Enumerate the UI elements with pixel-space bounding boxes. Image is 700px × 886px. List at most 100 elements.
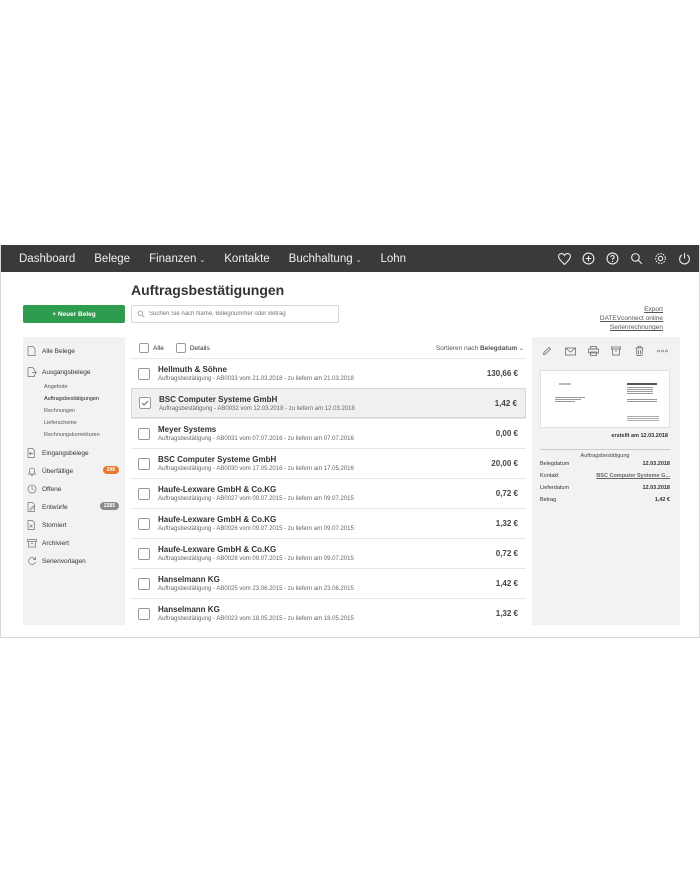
nav-kontakte[interactable]: Kontakte — [224, 253, 269, 265]
datev-link[interactable]: DATEVconnect online — [600, 314, 663, 323]
sidebar-item-entwuerfe[interactable]: Entwürfe 2285 — [27, 498, 121, 516]
bell-icon — [27, 466, 37, 476]
new-document-button[interactable]: + Neuer Beleg — [23, 305, 125, 323]
table-row[interactable]: BSC Computer Systeme GmbH Auftragsbestäti… — [131, 388, 526, 418]
row-checkbox[interactable] — [138, 547, 150, 560]
sidebar-sub-lieferscheine[interactable]: Lieferscheine — [27, 417, 121, 429]
print-icon[interactable] — [587, 345, 599, 357]
row-checkbox[interactable] — [138, 427, 150, 440]
contact-name: Hanselmann KG — [158, 575, 220, 584]
sidebar-item-ausgangsbelege[interactable]: Ausgangsbelege — [27, 363, 121, 381]
nav-buchhaltung[interactable]: Buchhaltung ⌄ — [289, 253, 362, 265]
nav-finanzen[interactable]: Finanzen ⌄ — [149, 253, 205, 265]
nav-label: Finanzen — [149, 252, 197, 265]
document-type-label: Auftragsbestätigung — [540, 449, 670, 459]
field-label: Kontakt — [540, 473, 559, 479]
document-list: Hellmuth & Söhne Auftragsbestätigung - AB… — [131, 358, 526, 628]
header-links: Export DATEVconnect online Serienrechnun… — [600, 305, 663, 332]
heart-icon[interactable] — [557, 252, 571, 266]
power-icon[interactable] — [677, 252, 691, 266]
mail-icon[interactable] — [564, 345, 576, 357]
table-row[interactable]: Hanselmann KG Auftragsbestätigung - AB002… — [131, 598, 526, 628]
sidebar-sub-auftragsbestaetigungen[interactable]: Auftragsbestätigungen — [27, 393, 121, 405]
sidebar-item-label: Offene — [42, 485, 62, 493]
amount: 0,00 € — [495, 429, 518, 438]
detail-field-belegdatum: Belegdatum 12.03.2018 — [540, 461, 670, 467]
table-row[interactable]: Meyer Systems Auftragsbestätigung - AB003… — [131, 418, 526, 448]
row-text: Hellmuth & Söhne Auftragsbestätigung - AB… — [158, 365, 487, 382]
amount: 1,32 € — [495, 519, 518, 528]
row-checkbox[interactable] — [138, 457, 150, 470]
export-link[interactable]: Export — [600, 305, 663, 314]
incoming-document-icon — [27, 448, 37, 458]
trash-icon[interactable] — [633, 345, 645, 357]
sort-prefix: Sortieren nach — [435, 344, 479, 352]
more-icon[interactable] — [656, 345, 668, 357]
sidebar-sub-rechnungen[interactable]: Rechnungen — [27, 405, 121, 417]
field-label: Belegdatum — [540, 461, 570, 467]
nav-icon-group — [547, 252, 699, 266]
row-checkbox[interactable] — [138, 487, 150, 500]
sidebar-sub-rechnungskorrekturen[interactable]: Rechnungskorrekturen — [27, 429, 121, 441]
sidebar-sub-angebote[interactable]: Angebote — [27, 381, 121, 393]
sidebar: Alle Belege Ausgangsbelege Angebote Auft… — [23, 337, 125, 625]
field-value: 12.03.2018 — [642, 461, 670, 467]
contact-name: BSC Computer Systeme GmbH — [158, 455, 277, 464]
table-row[interactable]: Haufe-Lexware GmbH & Co.KG Auftragsbestät… — [131, 478, 526, 508]
amount: 0,72 € — [495, 489, 518, 498]
help-icon[interactable] — [605, 252, 619, 266]
row-text: Meyer Systems Auftragsbestätigung - AB003… — [158, 425, 496, 442]
amount: 1,42 € — [494, 398, 517, 408]
row-text: Haufe-Lexware GmbH & Co.KG Auftragsbestät… — [158, 485, 496, 502]
row-checkbox[interactable] — [138, 577, 150, 590]
sidebar-item-archiviert[interactable]: Archiviert — [27, 534, 121, 552]
table-row[interactable]: Haufe-Lexware GmbH & Co.KG Auftragsbestät… — [131, 508, 526, 538]
nav-lohn[interactable]: Lohn — [381, 253, 407, 265]
table-row[interactable]: BSC Computer Systeme GmbH Auftragsbestäti… — [131, 448, 526, 478]
document-icon — [27, 346, 37, 356]
row-checkbox[interactable] — [139, 397, 151, 409]
search-icon[interactable] — [629, 252, 643, 266]
row-checkbox[interactable] — [138, 607, 150, 620]
sort-control[interactable]: Sortieren nach Belegdatum ⌄ — [436, 345, 524, 352]
document-preview-thumbnail[interactable] — [540, 370, 670, 428]
draft-count-badge: 2285 — [99, 502, 119, 510]
contact-name: Meyer Systems — [158, 425, 217, 434]
page-title: Auftragsbestätigungen — [131, 282, 285, 298]
search-box[interactable] — [131, 305, 339, 323]
sidebar-item-ueberfaellige[interactable]: Überfällige 298 — [27, 462, 121, 480]
search-input[interactable] — [149, 311, 338, 317]
nav-dashboard[interactable]: Dashboard — [19, 253, 75, 265]
serienrechnungen-link[interactable]: Serienrechnungen — [600, 323, 663, 332]
sidebar-item-serienvorlagen[interactable]: Serienvorlagen — [27, 552, 121, 570]
row-text: BSC Computer Systeme GmbH Auftragsbestäti… — [159, 395, 495, 412]
detail-toolbar — [532, 337, 680, 357]
table-row[interactable]: Hanselmann KG Auftragsbestätigung - AB002… — [131, 568, 526, 598]
contact-name: BSC Computer Systeme GmbH — [159, 394, 278, 404]
row-text: Hanselmann KG Auftragsbestätigung - AB002… — [158, 605, 496, 622]
row-checkbox[interactable] — [138, 517, 150, 530]
nav-belege[interactable]: Belege — [94, 253, 130, 265]
row-checkbox[interactable] — [138, 367, 150, 380]
sidebar-item-eingangsbelege[interactable]: Eingangsbelege — [27, 444, 121, 462]
gear-icon[interactable] — [653, 252, 667, 266]
plus-circle-icon[interactable] — [581, 252, 595, 266]
table-row[interactable]: Hellmuth & Söhne Auftragsbestätigung - AB… — [131, 358, 526, 388]
archive-icon[interactable] — [610, 345, 622, 357]
select-all-label: Alle — [153, 344, 164, 352]
table-row[interactable]: Haufe-Lexware GmbH & Co.KG Auftragsbestät… — [131, 538, 526, 568]
amount: 20,00 € — [491, 459, 518, 468]
contact-link[interactable]: BSC Computer Systeme G... — [596, 473, 670, 479]
details-checkbox[interactable] — [175, 343, 186, 353]
row-text: Haufe-Lexware GmbH & Co.KG Auftragsbestät… — [158, 515, 496, 532]
detail-field-kontakt: Kontakt BSC Computer Systeme G... — [540, 473, 670, 479]
edit-icon[interactable] — [541, 345, 553, 357]
field-label: Betrag — [540, 497, 557, 503]
sidebar-item-offene[interactable]: Offene — [27, 480, 121, 498]
detail-panel: erstellt am 12.03.2018 Auftragsbestätigu… — [532, 337, 680, 625]
sidebar-item-label: Ausgangsbelege — [42, 368, 91, 376]
select-all-checkbox[interactable] — [139, 343, 149, 353]
sidebar-item-storniert[interactable]: Storniert — [27, 516, 121, 534]
sidebar-item-alle-belege[interactable]: Alle Belege — [27, 342, 121, 360]
overdue-count-badge: 298 — [102, 466, 119, 474]
